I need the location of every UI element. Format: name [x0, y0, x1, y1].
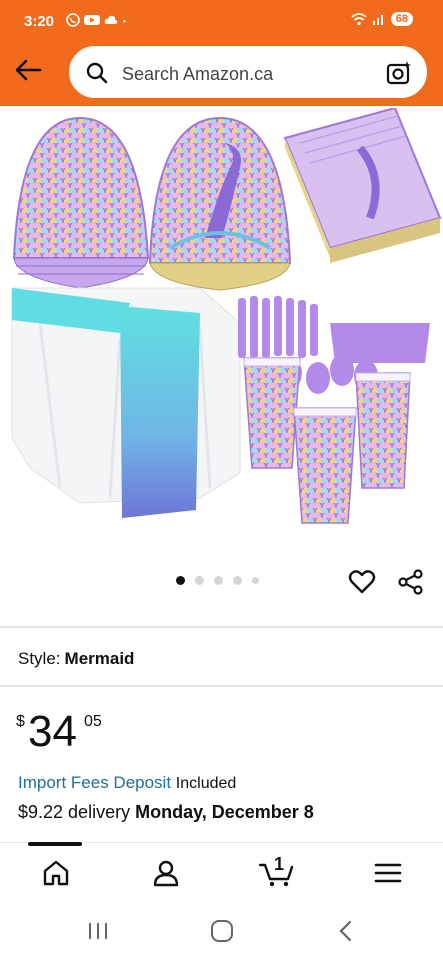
- cart-count: 1: [274, 854, 285, 874]
- status-bar: 3:20 68: [0, 0, 443, 42]
- style-value: Mermaid: [64, 649, 135, 668]
- camera-search-icon[interactable]: [386, 60, 412, 86]
- image-carousel-dots[interactable]: [176, 576, 259, 585]
- import-fees-link[interactable]: Import Fees Deposit: [18, 773, 171, 792]
- delivery-cost: $9.22 delivery: [18, 802, 131, 822]
- divider: [0, 685, 443, 687]
- delivery-date: Monday, December 8: [135, 802, 314, 822]
- notification-dot-icon: [123, 19, 126, 23]
- search-input[interactable]: [120, 59, 374, 89]
- carousel-dot[interactable]: [214, 576, 223, 585]
- active-tab-indicator: [28, 842, 82, 846]
- wishlist-heart-icon[interactable]: [348, 568, 376, 596]
- bottom-nav: 1: [0, 842, 443, 901]
- import-fees: Import Fees Deposit Included: [18, 773, 236, 793]
- youtube-icon: [84, 15, 100, 25]
- product-image[interactable]: [0, 108, 443, 528]
- carousel-dot[interactable]: [252, 577, 259, 584]
- price-fraction: 05: [84, 713, 102, 730]
- carousel-dot[interactable]: [176, 576, 185, 585]
- cloud-icon: [104, 15, 118, 24]
- search-bar[interactable]: [69, 46, 427, 98]
- share-icon[interactable]: [397, 568, 425, 596]
- carousel-dot[interactable]: [195, 576, 204, 585]
- battery-level: 68: [390, 12, 413, 26]
- wifi-icon: [351, 13, 367, 26]
- app-header: 3:20 68: [0, 0, 443, 106]
- status-time: 3:20: [24, 13, 55, 30]
- system-nav-bar: [0, 900, 443, 960]
- menu-icon[interactable]: [372, 857, 404, 889]
- recent-apps-icon[interactable]: [84, 918, 112, 944]
- search-icon: [86, 62, 108, 84]
- whatsapp-icon: [66, 13, 80, 27]
- signal-icon: [372, 15, 383, 25]
- import-fees-status: Included: [175, 775, 237, 792]
- style-label: Style:: [18, 649, 61, 668]
- account-icon[interactable]: [150, 857, 182, 889]
- divider: [0, 626, 443, 628]
- price-currency: $: [16, 713, 25, 730]
- style-selector[interactable]: Style: Mermaid: [18, 649, 134, 669]
- back-system-icon[interactable]: [332, 918, 360, 944]
- home-icon[interactable]: [40, 857, 72, 889]
- home-system-icon[interactable]: [208, 918, 236, 944]
- back-arrow-icon[interactable]: [14, 58, 42, 82]
- delivery-info: $9.22 delivery Monday, December 8: [18, 802, 314, 823]
- price-whole: 34: [28, 707, 77, 756]
- carousel-dot[interactable]: [233, 576, 242, 585]
